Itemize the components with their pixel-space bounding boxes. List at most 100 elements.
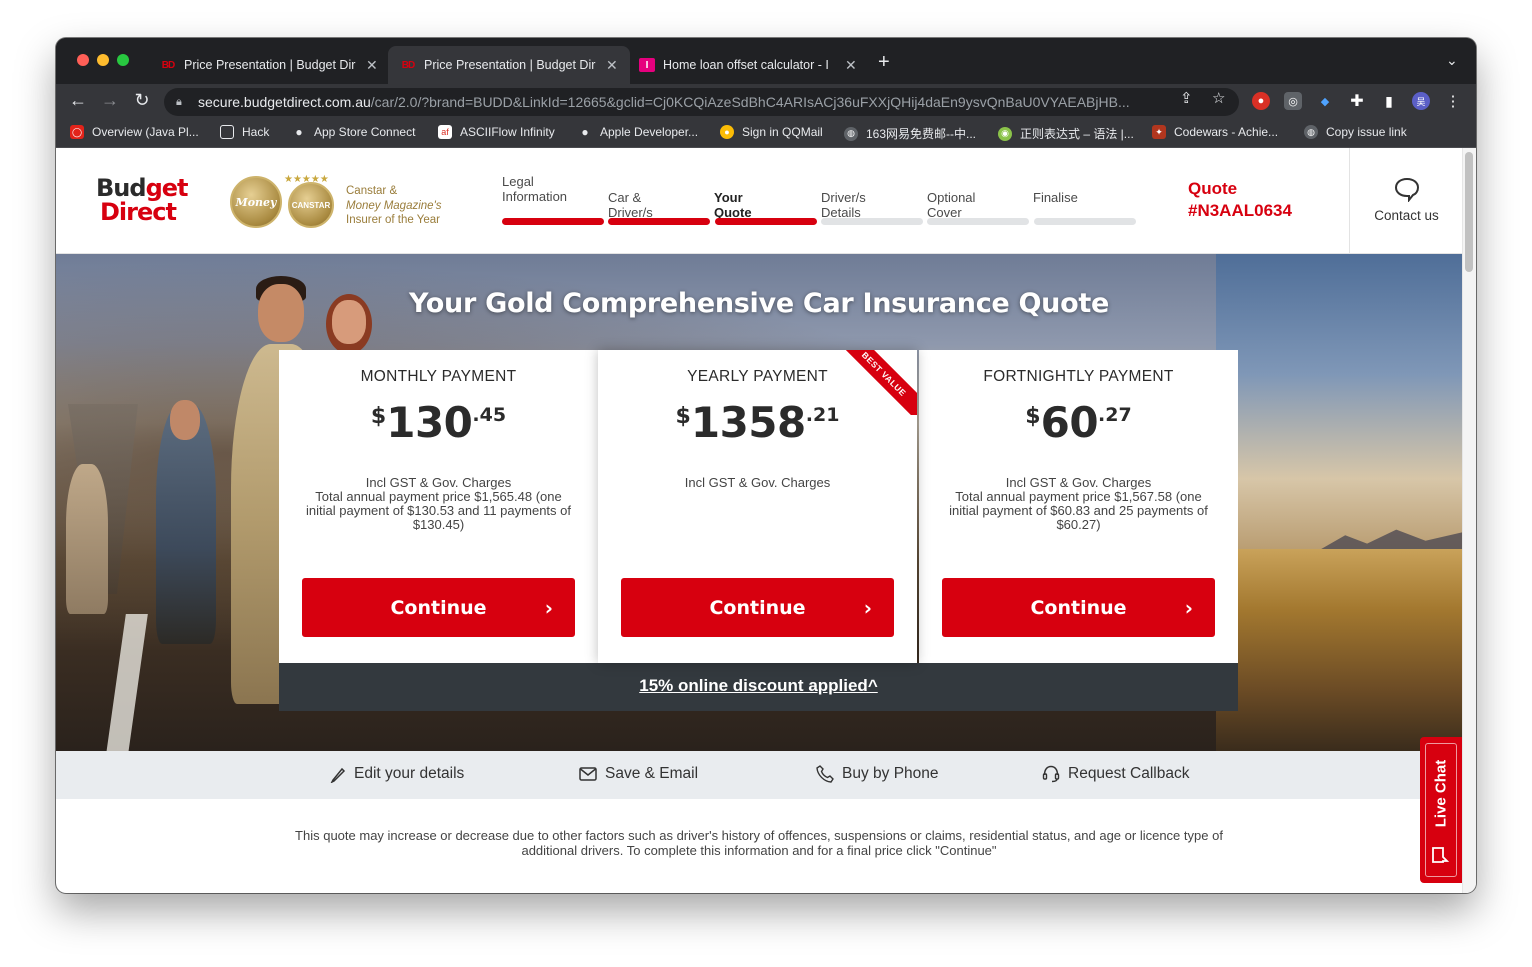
back-arrow-icon[interactable]: ←: [66, 90, 90, 111]
headset-icon: [1042, 765, 1060, 783]
yearly-payment-card: BEST VALUE YEARLY PAYMENT $1358.21 Incl …: [598, 350, 917, 663]
bookmark-item[interactable]: ✦ Codewars - Achie...: [1152, 125, 1278, 139]
hero-person-image: [170, 400, 200, 440]
tab-title: Home loan offset calculator - I: [663, 58, 829, 72]
chrome-icon: ●: [720, 125, 734, 139]
calculator-favicon-icon: I: [639, 58, 655, 72]
new-tab-plus-icon[interactable]: +: [878, 51, 890, 74]
tab-search-chevron-icon[interactable]: ⌄: [1446, 52, 1458, 69]
url-path: /car/2.0/?brand=BUDD&LinkId=12665&gclid=…: [370, 94, 1130, 110]
monthly-payment-card: MONTHLY PAYMENT $130.45 Incl GST & Gov. …: [279, 350, 598, 663]
step-bar: [821, 218, 923, 225]
award-caption: Canstar & Money Magazine's Insurer of th…: [346, 185, 442, 226]
bookmark-item[interactable]: ◉ 正则表达式 – 语法 |...: [998, 125, 1134, 142]
chevron-right-icon: ›: [1184, 596, 1193, 620]
maximize-window-button[interactable]: [117, 54, 129, 66]
globe-icon: ◍: [844, 126, 858, 141]
web-page: Budget Direct Money ★★★★★ CANSTAR Cansta…: [56, 148, 1476, 893]
reload-icon[interactable]: ↻: [130, 90, 154, 111]
budget-direct-logo[interactable]: Budget Direct: [96, 176, 188, 224]
step-finalise: Finalise: [1033, 190, 1078, 205]
save-email-link[interactable]: Save & Email: [579, 765, 698, 783]
budget-direct-favicon-icon: BD: [401, 59, 415, 71]
edit-details-link[interactable]: Edit your details: [330, 765, 464, 783]
minimize-window-button[interactable]: [97, 54, 109, 66]
extensions-puzzle-icon[interactable]: ✚: [1348, 92, 1366, 110]
address-bar[interactable]: 🔒︎ secure.budgetdirect.com.au /car/2.0/?…: [164, 88, 1239, 116]
bookmark-item[interactable]: ● Apple Developer...: [578, 125, 698, 139]
runoob-icon: ◉: [998, 126, 1012, 141]
apple-icon: ●: [295, 125, 303, 139]
side-panel-icon[interactable]: ▮: [1380, 92, 1398, 110]
envelope-icon: [579, 767, 597, 781]
request-callback-link[interactable]: Request Callback: [1042, 765, 1189, 783]
bookmark-item[interactable]: ● App Store Connect: [292, 125, 415, 139]
bookmark-item[interactable]: ◍ 163网易免费邮--中...: [844, 125, 976, 142]
browser-tab-3[interactable]: I Home loan offset calculator - I ✕: [627, 46, 869, 84]
codewars-icon: ✦: [1152, 125, 1166, 139]
bookmarks-bar: ◯ Overview (Java Pl... Hack ● App Store Co…: [56, 120, 1476, 148]
folder-icon: [220, 125, 234, 139]
step-car-drivers: Car & Driver/s: [608, 190, 653, 220]
share-icon[interactable]: ⇪: [1180, 89, 1193, 107]
hero-person-image: [66, 464, 108, 614]
continue-fortnightly-button[interactable]: Continue ›: [942, 578, 1215, 637]
extension-diamond-icon[interactable]: ◆: [1316, 92, 1334, 110]
tab-close-icon[interactable]: ✕: [366, 57, 378, 74]
tab-close-icon[interactable]: ✕: [606, 57, 618, 74]
browser-window: BD Price Presentation | Budget Dir ✕ BD …: [56, 38, 1476, 893]
hero-road-image: [106, 614, 148, 751]
step-optional-cover: Optional Cover: [927, 190, 976, 220]
step-bar: [715, 218, 817, 225]
bookmark-item[interactable]: ◍ Copy issue link: [1304, 125, 1407, 139]
budget-direct-favicon-icon: BD: [161, 59, 175, 71]
oracle-icon: ◯: [70, 125, 84, 139]
browser-tab-2[interactable]: BD Price Presentation | Budget Dir ✕: [388, 46, 630, 84]
hero-banner: Your Gold Comprehensive Car Insurance Qu…: [56, 254, 1462, 751]
bookmark-item[interactable]: ◯ Overview (Java Pl...: [70, 125, 199, 139]
yearly-price: $1358.21: [675, 398, 840, 447]
chevron-right-icon: ›: [863, 596, 872, 620]
globe-icon: ◍: [1304, 125, 1318, 139]
fortnightly-price: $60.27: [1025, 398, 1132, 447]
money-award-badge: Money: [230, 176, 282, 228]
step-bar: [1034, 218, 1136, 225]
step-your-quote: Your Quote: [714, 190, 752, 220]
browser-toolbar: ← → ↻ 🔒︎ secure.budgetdirect.com.au /car…: [56, 84, 1476, 120]
phone-icon: [816, 765, 834, 783]
page-scrollbar[interactable]: [1462, 148, 1476, 893]
chevron-right-icon: ›: [544, 596, 553, 620]
online-discount-link[interactable]: 15% online discount applied^: [279, 663, 1238, 711]
bookmark-item[interactable]: af ASCIIFlow Infinity: [438, 125, 555, 139]
continue-yearly-button[interactable]: Continue ›: [621, 578, 894, 637]
bookmark-star-icon[interactable]: ☆: [1212, 89, 1225, 107]
lock-icon[interactable]: 🔒︎: [176, 96, 188, 108]
asciiflow-icon: af: [438, 125, 452, 139]
browser-tab-1[interactable]: BD Price Presentation | Budget Dir ✕: [148, 46, 390, 84]
page-title: Your Gold Comprehensive Car Insurance Qu…: [409, 288, 1109, 319]
quote-disclaimer: This quote may increase or decrease due …: [295, 828, 1223, 858]
scrollbar-thumb[interactable]: [1465, 152, 1473, 272]
step-legal-information: Legal Information: [502, 174, 568, 204]
quote-actions-bar: Edit your details Save & Email Buy by Ph…: [56, 751, 1462, 799]
buy-by-phone-link[interactable]: Buy by Phone: [816, 765, 939, 783]
close-window-button[interactable]: [77, 54, 89, 66]
bookmark-item[interactable]: ● Sign in QQMail: [720, 125, 823, 139]
browser-menu-icon[interactable]: ⋮: [1444, 92, 1462, 110]
canstar-award-badge: CANSTAR: [288, 182, 334, 228]
extension-red-icon[interactable]: ●: [1252, 92, 1270, 110]
continue-monthly-button[interactable]: Continue ›: [302, 578, 575, 637]
bookmark-item[interactable]: Hack: [220, 125, 269, 139]
tab-strip: BD Price Presentation | Budget Dir ✕ BD …: [56, 38, 1476, 84]
contact-us-button[interactable]: Contact us: [1349, 148, 1462, 254]
extension-glasses-icon[interactable]: ◎: [1284, 92, 1302, 110]
tab-title: Price Presentation | Budget Dir: [424, 58, 596, 72]
live-chat-button[interactable]: Live Chat: [1420, 737, 1462, 883]
profile-avatar[interactable]: 吴: [1412, 92, 1430, 110]
forward-arrow-icon[interactable]: →: [98, 90, 122, 111]
tab-close-icon[interactable]: ✕: [845, 57, 857, 74]
fortnightly-payment-card: FORTNIGHTLY PAYMENT $60.27 Incl GST & Go…: [919, 350, 1238, 663]
site-header: Budget Direct Money ★★★★★ CANSTAR Cansta…: [56, 148, 1462, 254]
url-host: secure.budgetdirect.com.au: [198, 94, 371, 110]
step-drivers-details: Driver/s Details: [821, 190, 866, 220]
